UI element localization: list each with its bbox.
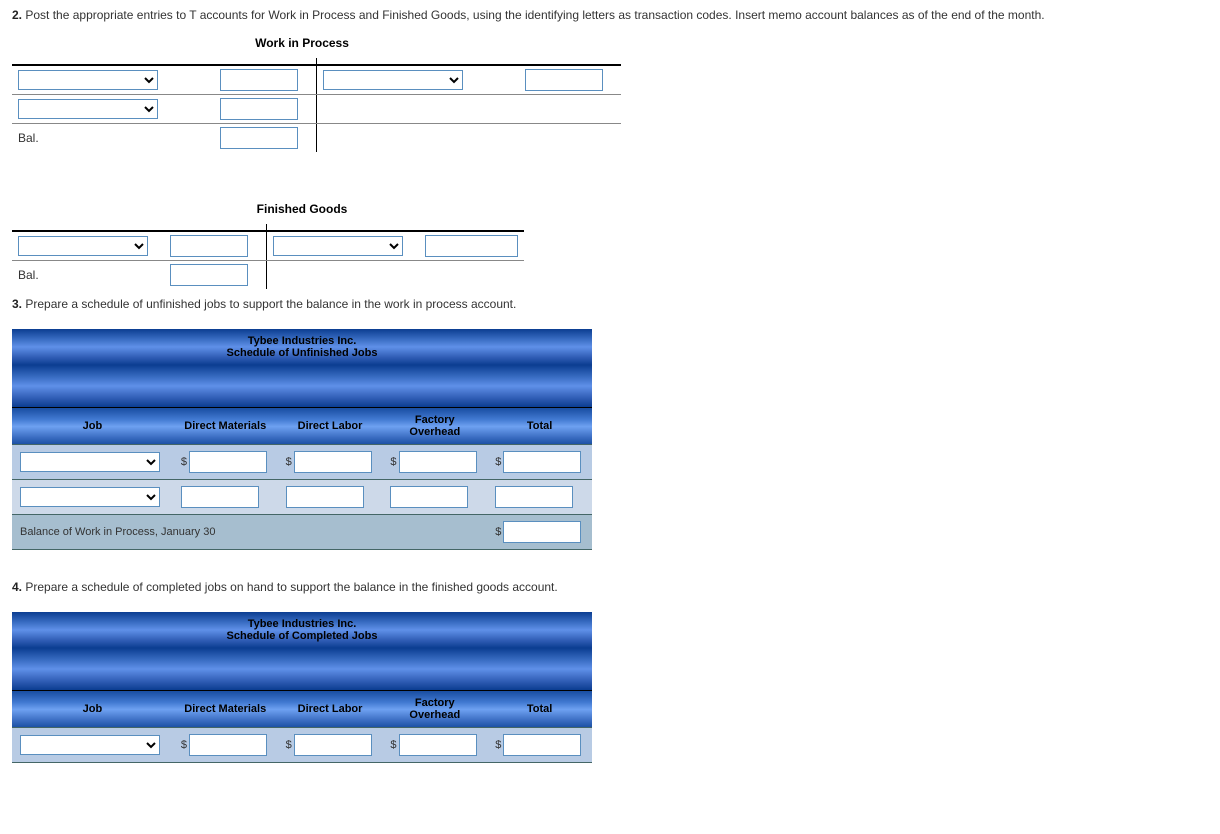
dollar-sign: $ bbox=[286, 739, 294, 751]
fg-debit1-dropdown[interactable] bbox=[18, 236, 148, 256]
sched1-row2-dl[interactable] bbox=[286, 486, 364, 508]
dollar-sign: $ bbox=[181, 739, 189, 751]
sched1-row1-job-dropdown[interactable] bbox=[20, 452, 160, 472]
sched1-col-dm: Direct Materials bbox=[173, 408, 278, 445]
dollar-sign: $ bbox=[495, 456, 503, 468]
sched1-balance-label: Balance of Work in Process, January 30 bbox=[12, 515, 487, 550]
sched1-balance-total[interactable] bbox=[503, 521, 581, 543]
wip-credit1-amount[interactable] bbox=[525, 69, 603, 91]
sched1-col-foh: Factory Overhead bbox=[382, 408, 487, 445]
wip-bal-amount[interactable] bbox=[220, 127, 298, 149]
fg-bal-amount[interactable] bbox=[170, 264, 248, 286]
sched1-row2-total[interactable] bbox=[495, 486, 573, 508]
dollar-sign: $ bbox=[390, 456, 398, 468]
sched2-row1-dl[interactable] bbox=[294, 734, 372, 756]
dollar-sign: $ bbox=[181, 456, 189, 468]
question-3: 3. Prepare a schedule of unfinished jobs… bbox=[12, 297, 1208, 311]
fg-credit1-amount[interactable] bbox=[425, 235, 518, 257]
sched2-col-job: Job bbox=[12, 691, 173, 728]
question-4: 4. Prepare a schedule of completed jobs … bbox=[12, 580, 1208, 594]
fg-t-account: Bal. bbox=[12, 224, 524, 289]
wip-debit2-dropdown[interactable] bbox=[18, 99, 158, 119]
sched1-row1-foh[interactable] bbox=[399, 451, 477, 473]
dollar-sign: $ bbox=[286, 456, 294, 468]
sched1-col-total: Total bbox=[487, 408, 592, 445]
wip-bal-label: Bal. bbox=[12, 124, 214, 153]
fg-credit1-dropdown[interactable] bbox=[273, 236, 403, 256]
fg-title: Finished Goods bbox=[12, 202, 592, 216]
q2-num: 2. bbox=[12, 8, 22, 22]
sched1-row1-dm[interactable] bbox=[189, 451, 267, 473]
sched1-company: Tybee Industries Inc. bbox=[20, 335, 584, 347]
wip-debit2-amount[interactable] bbox=[220, 98, 298, 120]
sched1-col-dl: Direct Labor bbox=[278, 408, 383, 445]
sched2-col-dl: Direct Labor bbox=[278, 691, 383, 728]
fg-debit1-amount[interactable] bbox=[170, 235, 248, 257]
dollar-sign: $ bbox=[495, 739, 503, 751]
sched1-row2-foh[interactable] bbox=[390, 486, 468, 508]
sched2-company: Tybee Industries Inc. bbox=[20, 618, 584, 630]
wip-debit1-dropdown[interactable] bbox=[18, 70, 158, 90]
sched2-row1-foh[interactable] bbox=[399, 734, 477, 756]
sched1-col-job: Job bbox=[12, 408, 173, 445]
wip-title: Work in Process bbox=[12, 36, 592, 50]
sched2-title: Schedule of Completed Jobs bbox=[20, 630, 584, 642]
sched1-row1-dl[interactable] bbox=[294, 451, 372, 473]
q3-text: Prepare a schedule of unfinished jobs to… bbox=[25, 297, 516, 311]
dollar-sign: $ bbox=[390, 739, 398, 751]
sched2-col-dm: Direct Materials bbox=[173, 691, 278, 728]
sched2-row1-job-dropdown[interactable] bbox=[20, 735, 160, 755]
sched2-row1-dm[interactable] bbox=[189, 734, 267, 756]
wip-credit1-dropdown[interactable] bbox=[323, 70, 463, 90]
sched2-row1-total[interactable] bbox=[503, 734, 581, 756]
q4-text: Prepare a schedule of completed jobs on … bbox=[25, 580, 557, 594]
schedule-unfinished: Tybee Industries Inc. Schedule of Unfini… bbox=[12, 329, 592, 550]
wip-debit1-amount[interactable] bbox=[220, 69, 298, 91]
q2-text: Post the appropriate entries to T accoun… bbox=[25, 8, 1044, 22]
schedule-completed: Tybee Industries Inc. Schedule of Comple… bbox=[12, 612, 592, 763]
fg-bal-label: Bal. bbox=[12, 261, 164, 290]
question-2: 2. Post the appropriate entries to T acc… bbox=[12, 8, 1208, 22]
sched2-col-total: Total bbox=[487, 691, 592, 728]
wip-t-account: Bal. bbox=[12, 58, 621, 152]
q3-num: 3. bbox=[12, 297, 22, 311]
sched1-row2-job-dropdown[interactable] bbox=[20, 487, 160, 507]
sched2-col-foh: Factory Overhead bbox=[382, 691, 487, 728]
sched1-title: Schedule of Unfinished Jobs bbox=[20, 347, 584, 359]
sched1-row2-dm[interactable] bbox=[181, 486, 259, 508]
sched1-row1-total[interactable] bbox=[503, 451, 581, 473]
q4-num: 4. bbox=[12, 580, 22, 594]
dollar-sign: $ bbox=[495, 526, 503, 538]
